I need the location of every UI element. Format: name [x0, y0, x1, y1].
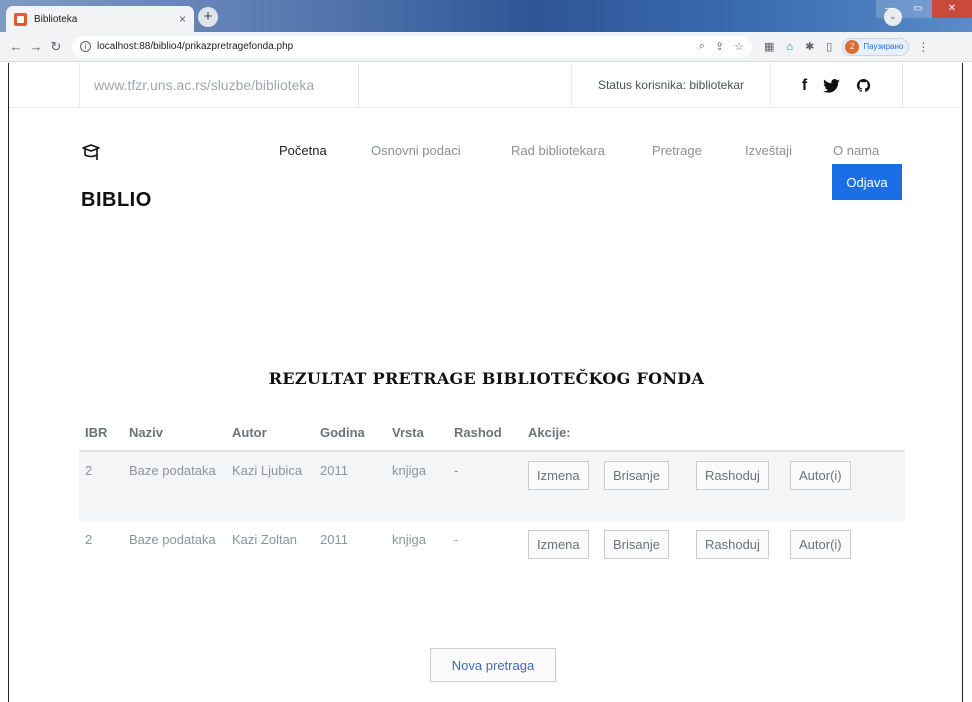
nav-item-osnovni-podaci[interactable]: Osnovni podaci [371, 143, 461, 158]
zoom-icon[interactable]: ⌕ [699, 40, 705, 53]
top-info-bar: www.tfzr.uns.ac.rs/sluzbe/biblioteka Sta… [9, 63, 962, 108]
main-nav: Početna Osnovni podaci Rad bibliotekara … [9, 143, 962, 165]
cell-naziv: Baze podataka [129, 532, 216, 547]
cell-rashod: - [454, 532, 459, 547]
col-header-ibr: IBR [79, 415, 123, 452]
cell-godina: 2011 [320, 532, 348, 547]
user-status: Status korisnika: bibliotekar [571, 63, 771, 108]
extensions-puzzle-icon[interactable]: ✱ [805, 40, 814, 53]
nav-item-rad-bibliotekara[interactable]: Rad bibliotekara [511, 143, 605, 158]
nav-item-pretrage[interactable]: Pretrage [652, 143, 702, 158]
cell-naziv: Baze podataka [123, 451, 226, 521]
logout-button[interactable]: Odjava [832, 164, 902, 200]
brisanje-button[interactable]: Brisanje [604, 461, 669, 490]
back-arrow-icon[interactable]: ← [6, 39, 26, 54]
cell-vrsta: knjiga [386, 451, 448, 521]
brisanje-button[interactable]: Brisanje [604, 530, 669, 559]
nav-item-pocetna[interactable]: Početna [279, 143, 327, 158]
results-table: IBR Naziv Autor Godina Vrsta Rashod Akci… [79, 415, 905, 591]
reload-icon[interactable]: ↻ [46, 39, 66, 55]
browser-toolbar: ← → ↻ i localhost:88/biblio4/prikazpretr… [0, 32, 972, 62]
site-url-text: www.tfzr.uns.ac.rs/sluzbe/biblioteka [79, 63, 359, 108]
cell-autor: Kazi Zoltan [232, 532, 298, 547]
new-search-button[interactable]: Nova pretraga [430, 648, 556, 682]
extension-icon[interactable]: ▦ [764, 40, 774, 53]
izmena-button[interactable]: Izmena [528, 461, 589, 490]
github-icon[interactable] [856, 78, 871, 93]
maximize-icon[interactable]: ▭ [904, 0, 932, 18]
tab-title: Biblioteka [34, 13, 78, 25]
profile-button[interactable]: 2 Паузирано [842, 37, 910, 56]
table-header-row: IBR Naziv Autor Godina Vrsta Rashod Akci… [79, 415, 905, 452]
site-info-icon[interactable]: i [80, 41, 91, 52]
izmena-button[interactable]: Izmena [528, 530, 589, 559]
nav-item-o-nama[interactable]: O nama [833, 143, 879, 158]
twitter-icon[interactable] [823, 78, 841, 93]
address-bar[interactable]: i localhost:88/biblio4/prikazpretragefon… [72, 35, 752, 58]
table-row: 2 Baze podataka Kazi Ljubica 2011 knjiga… [79, 451, 905, 521]
side-panel-icon[interactable]: ▯ [826, 40, 832, 53]
close-icon[interactable]: × [179, 12, 186, 26]
col-header-godina: Godina [314, 415, 386, 452]
col-header-vrsta: Vrsta [386, 415, 448, 452]
window-close-icon[interactable]: ✕ [932, 0, 972, 18]
window-controls: — ▭ ✕ [876, 0, 972, 18]
bookmark-star-icon[interactable]: ☆ [734, 40, 744, 53]
cell-rashod: - [448, 451, 522, 521]
social-links: f [771, 63, 903, 108]
share-icon[interactable]: ⇪ [715, 40, 724, 53]
cell-vrsta: knjiga [392, 532, 426, 547]
page-viewport: www.tfzr.uns.ac.rs/sluzbe/biblioteka Sta… [8, 63, 963, 702]
forward-arrow-icon[interactable]: → [26, 39, 46, 54]
table-row: 2 Baze podataka Kazi Zoltan 2011 knjiga … [79, 521, 905, 591]
menu-kebab-icon[interactable]: ⋮ [917, 40, 929, 54]
autori-button[interactable]: Autor(i) [790, 530, 851, 559]
profile-status: Паузирано [863, 42, 904, 51]
col-header-akcije: Akcije: [522, 415, 905, 452]
rashoduj-button[interactable]: Rashoduj [696, 530, 769, 559]
browser-titlebar: Biblioteka × + ⌄ — ▭ ✕ [0, 0, 972, 32]
site-favicon-icon [14, 12, 27, 26]
autori-button[interactable]: Autor(i) [790, 461, 851, 490]
col-header-rashod: Rashod [448, 415, 522, 452]
avatar: 2 [845, 39, 860, 54]
cell-ibr: 2 [79, 451, 123, 521]
extension-badge-icon[interactable]: ⌂ [786, 41, 793, 53]
facebook-icon[interactable]: f [802, 77, 807, 94]
cell-autor: Kazi Ljubica [226, 451, 314, 521]
address-url[interactable]: localhost:88/biblio4/prikazpretragefonda… [97, 41, 689, 52]
col-header-autor: Autor [226, 415, 314, 452]
brand-logo-text[interactable]: BIBLIO [81, 189, 152, 212]
cell-ibr: 2 [85, 532, 93, 547]
rashoduj-button[interactable]: Rashoduj [696, 461, 769, 490]
page-title: REZULTAT PRETRAGE BIBLIOTEČKOG FONDA [268, 369, 705, 388]
nav-item-izvestaji[interactable]: Izveštaji [745, 143, 792, 158]
new-tab-button[interactable]: + [198, 7, 218, 27]
col-header-naziv: Naziv [123, 415, 226, 452]
minimize-icon[interactable]: — [876, 0, 904, 18]
cell-godina: 2011 [314, 451, 386, 521]
browser-tab[interactable]: Biblioteka × [6, 6, 194, 32]
